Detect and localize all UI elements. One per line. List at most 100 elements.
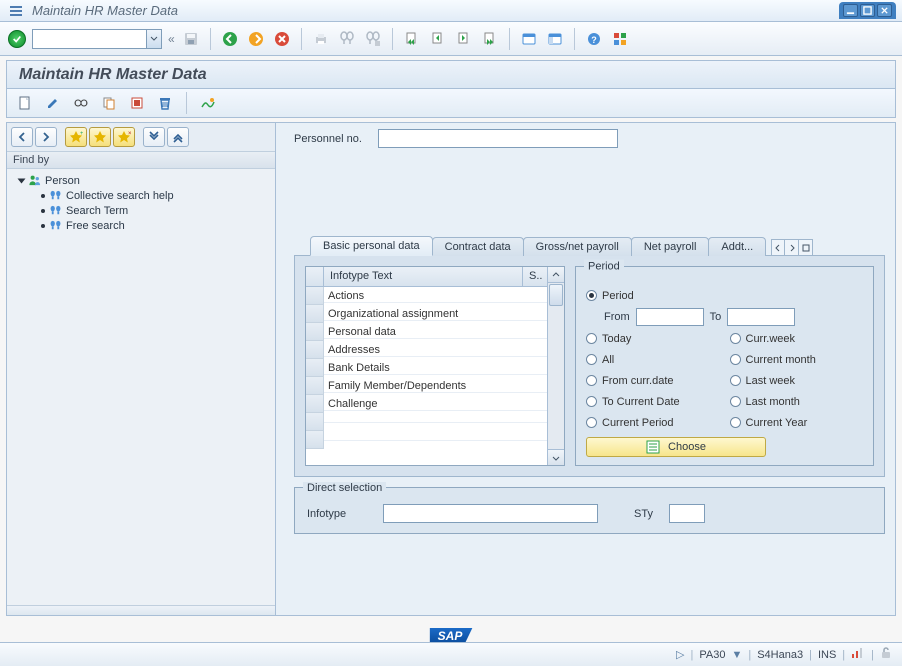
table-row[interactable]	[306, 413, 547, 431]
layout-icon[interactable]	[545, 29, 565, 49]
help-icon[interactable]: ?	[584, 29, 604, 49]
collapse-all-button[interactable]	[167, 127, 189, 147]
radio-today[interactable]: Today	[586, 328, 720, 349]
tree-item-free-search[interactable]: Free search	[13, 218, 269, 233]
back-button[interactable]	[220, 29, 240, 49]
sidebar: + × Find by Person Collective search hel…	[6, 122, 276, 616]
command-field[interactable]	[32, 29, 162, 49]
next-page-icon[interactable]	[454, 29, 474, 49]
table-row[interactable]: Family Member/Dependents	[306, 377, 547, 395]
expand-all-button[interactable]	[143, 127, 165, 147]
tree-item-collective-search[interactable]: Collective search help	[13, 188, 269, 203]
table-row[interactable]: Addresses	[306, 341, 547, 359]
radio-current-period[interactable]: Current Period	[586, 412, 720, 433]
cancel-button[interactable]	[272, 29, 292, 49]
table-row[interactable]: Organizational assignment	[306, 305, 547, 323]
row-handle[interactable]	[306, 341, 324, 359]
exit-button[interactable]	[246, 29, 266, 49]
radio-period[interactable]: Period	[586, 285, 863, 306]
find-icon[interactable]	[337, 29, 357, 49]
close-button[interactable]	[877, 4, 892, 17]
binoculars-icon	[49, 204, 62, 217]
personnel-no-input[interactable]	[378, 129, 618, 148]
customize-icon[interactable]	[610, 29, 630, 49]
row-handle[interactable]	[306, 323, 324, 341]
radio-from-curr-date[interactable]: From curr.date	[586, 370, 720, 391]
row-handle[interactable]	[306, 431, 324, 449]
tab-gross-net-payroll[interactable]: Gross/net payroll	[523, 237, 632, 256]
infotype-cell: Bank Details	[324, 362, 547, 375]
delete-icon[interactable]	[155, 93, 175, 113]
radio-to-current-date[interactable]: To Current Date	[586, 391, 720, 412]
infotype-cell: Personal data	[324, 326, 547, 339]
to-date-input[interactable]	[727, 308, 795, 326]
infotype-cell: Organizational assignment	[324, 308, 547, 321]
table-row[interactable]: Bank Details	[306, 359, 547, 377]
tab-list-button[interactable]	[799, 239, 813, 256]
prev-page-icon[interactable]	[428, 29, 448, 49]
col-header-status[interactable]: S..	[523, 267, 547, 286]
find-next-icon[interactable]	[363, 29, 383, 49]
tab-contract-data[interactable]: Contract data	[432, 237, 524, 256]
from-date-input[interactable]	[636, 308, 704, 326]
col-header-infotype-text[interactable]: Infotype Text	[324, 267, 523, 286]
nav-back-button[interactable]	[11, 127, 33, 147]
row-handle[interactable]	[306, 287, 324, 305]
delimit-icon[interactable]	[127, 93, 147, 113]
chevron-left-double-icon[interactable]: «	[168, 32, 175, 46]
row-handle[interactable]	[306, 305, 324, 323]
edit-icon[interactable]	[43, 93, 63, 113]
table-row[interactable]: Challenge	[306, 395, 547, 413]
tab-scroll-right-button[interactable]	[785, 239, 799, 256]
row-handle[interactable]	[306, 413, 324, 431]
command-dropdown-icon[interactable]	[146, 30, 161, 48]
row-handle[interactable]	[306, 377, 324, 395]
choose-button[interactable]: Choose	[586, 437, 766, 457]
infotype-input[interactable]	[383, 504, 598, 523]
display-icon[interactable]	[71, 93, 91, 113]
radio-curr-week[interactable]: Curr.week	[730, 328, 864, 349]
scroll-up-icon[interactable]	[548, 267, 564, 283]
radio-all[interactable]: All	[586, 349, 720, 370]
copy-icon[interactable]	[99, 93, 119, 113]
status-signal-icon[interactable]	[851, 647, 865, 662]
create-icon[interactable]	[15, 93, 35, 113]
save-icon[interactable]	[181, 29, 201, 49]
last-page-icon[interactable]	[480, 29, 500, 49]
table-scrollbar[interactable]	[547, 267, 564, 465]
radio-current-month[interactable]: Current month	[730, 349, 864, 370]
overview-icon[interactable]	[198, 93, 218, 113]
row-handle[interactable]	[306, 359, 324, 377]
table-row[interactable]	[306, 431, 547, 449]
print-icon[interactable]	[311, 29, 331, 49]
tab-additional[interactable]: Addt...	[708, 237, 766, 256]
fav-remove-button[interactable]: ×	[113, 127, 135, 147]
tab-net-payroll[interactable]: Net payroll	[631, 237, 710, 256]
table-row[interactable]: Personal data	[306, 323, 547, 341]
radio-last-month[interactable]: Last month	[730, 391, 864, 412]
status-tcode[interactable]: PA30	[699, 649, 725, 661]
row-handle[interactable]	[306, 395, 324, 413]
enter-button[interactable]	[8, 30, 26, 48]
status-expand-icon[interactable]: ▷	[676, 648, 684, 661]
menu-icon[interactable]	[6, 1, 26, 21]
radio-last-week[interactable]: Last week	[730, 370, 864, 391]
fav-add-button[interactable]: +	[65, 127, 87, 147]
scroll-thumb[interactable]	[549, 284, 563, 306]
tree-node-person[interactable]: Person	[13, 173, 269, 188]
tab-basic-personal-data[interactable]: Basic personal data	[310, 236, 433, 256]
radio-current-year[interactable]: Current Year	[730, 412, 864, 433]
scroll-down-icon[interactable]	[548, 449, 564, 465]
main-area: Personnel no. Basic personal data Contra…	[276, 122, 896, 616]
nav-forward-button[interactable]	[35, 127, 57, 147]
status-lock-icon[interactable]	[880, 647, 892, 662]
table-row[interactable]: Actions	[306, 287, 547, 305]
first-page-icon[interactable]	[402, 29, 422, 49]
tree-item-search-term[interactable]: Search Term	[13, 203, 269, 218]
minimize-button[interactable]	[843, 4, 858, 17]
fav-button[interactable]	[89, 127, 111, 147]
new-session-icon[interactable]	[519, 29, 539, 49]
sty-input[interactable]	[669, 504, 705, 523]
maximize-button[interactable]	[860, 4, 875, 17]
tab-scroll-left-button[interactable]	[771, 239, 785, 256]
